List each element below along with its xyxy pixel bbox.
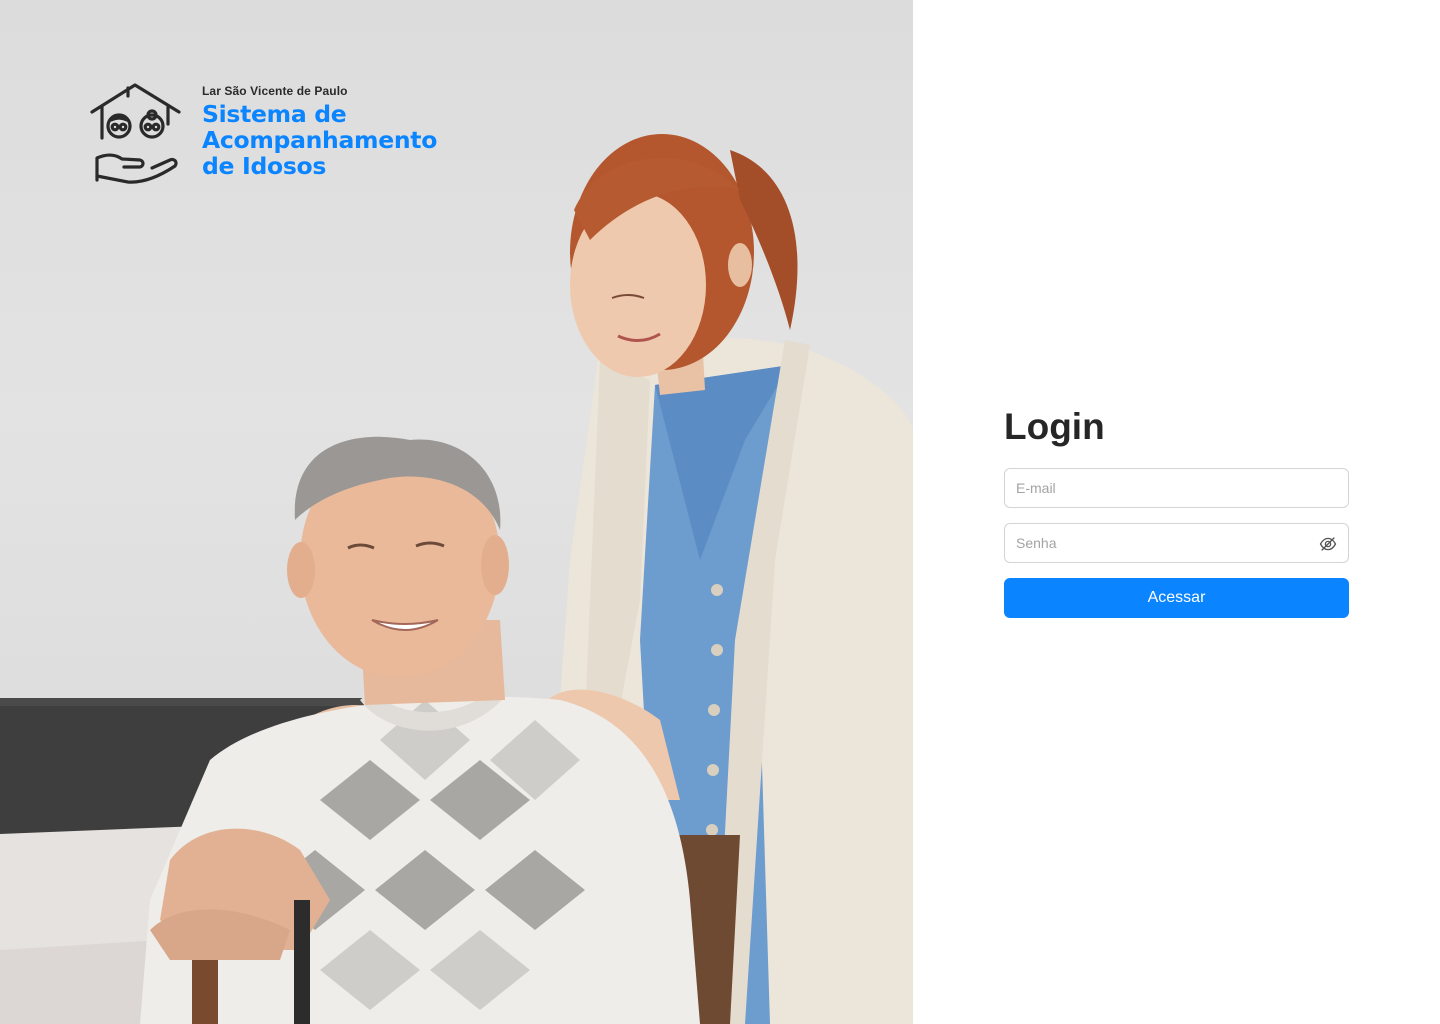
submit-button[interactable]: Acessar <box>1004 578 1349 618</box>
email-field <box>1004 468 1349 508</box>
brand-org-name: Lar São Vicente de Paulo <box>202 84 348 98</box>
password-input[interactable] <box>1005 524 1348 562</box>
login-form: Login Acessar <box>1004 404 1349 618</box>
login-title: Login <box>1004 406 1105 447</box>
eye-off-icon[interactable] <box>1319 535 1337 553</box>
email-input[interactable] <box>1005 469 1348 507</box>
brand-title-line: de Idosos <box>202 152 327 180</box>
brand-header: Lar São Vicente de Paulo Sistema de Acom… <box>88 80 437 186</box>
brand-title: Sistema de Acompanhamento de Idosos <box>202 101 437 179</box>
password-field <box>1004 523 1349 563</box>
login-page: Lar São Vicente de Paulo Sistema de Acom… <box>0 0 1440 1024</box>
house-hand-icon <box>90 83 181 184</box>
brand-title-line: Acompanhamento <box>202 126 438 154</box>
hero-photo-panel: Lar São Vicente de Paulo Sistema de Acom… <box>0 0 913 1024</box>
login-panel: Login Acessar <box>913 0 1440 1024</box>
brand-title-line: Sistema de <box>202 100 347 128</box>
